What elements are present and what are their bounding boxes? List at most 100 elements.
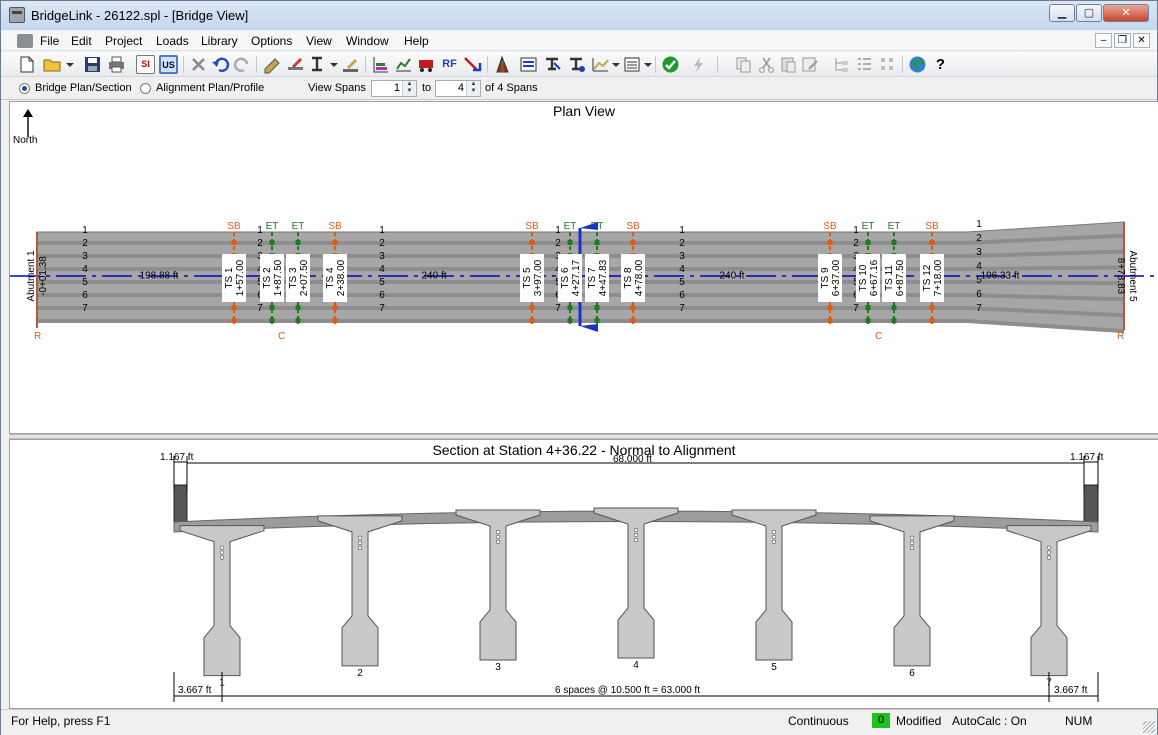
menu-window[interactable]: Window xyxy=(346,34,389,48)
open-folder-icon[interactable] xyxy=(43,55,62,74)
span-to-spinner[interactable]: 4 ▲ ▼ xyxy=(435,80,481,97)
bridgelink-app-icon[interactable] xyxy=(9,7,25,23)
help-icon[interactable]: ? xyxy=(931,55,950,74)
menu-edit[interactable]: Edit xyxy=(71,34,92,48)
section-drawing: 1234567 1.167 ft 68.000 ft 1.167 ft 3.66… xyxy=(160,452,1104,702)
girder-number-label: 7 xyxy=(257,303,263,314)
section-girder-number: 5 xyxy=(771,662,777,673)
save-icon[interactable] xyxy=(83,55,102,74)
spinner-arrows-icon[interactable]: ▲ ▼ xyxy=(466,81,480,96)
menu-view[interactable]: View xyxy=(306,34,332,48)
edit-girder-icon[interactable] xyxy=(309,55,328,74)
edit-properties-icon[interactable] xyxy=(801,55,820,74)
cut-icon[interactable] xyxy=(757,55,776,74)
strand-marker xyxy=(495,534,501,540)
girder-number-label: 2 xyxy=(379,238,385,249)
span-length-label: 240 ft xyxy=(719,271,744,282)
report-list-icon[interactable] xyxy=(623,55,642,74)
close-button[interactable]: ✕ xyxy=(1103,4,1149,22)
radio-bridge-plan-section-label[interactable]: Bridge Plan/Section xyxy=(35,82,132,94)
chevron-down-icon[interactable] xyxy=(611,55,621,74)
si-units-button[interactable]: SI xyxy=(136,55,155,74)
strongback-label: SB xyxy=(925,221,939,232)
girder-number-label: 4 xyxy=(379,264,385,275)
status-help: For Help, press F1 xyxy=(11,714,111,728)
menu-help[interactable]: Help xyxy=(404,34,429,48)
girder-number-label: 5 xyxy=(679,277,685,288)
undo-icon[interactable] xyxy=(211,55,230,74)
span-from-value[interactable]: 1 xyxy=(394,82,400,94)
support-bearing xyxy=(231,305,237,310)
globe-icon[interactable] xyxy=(908,55,927,74)
strongback-label: SB xyxy=(823,221,837,232)
strand-marker xyxy=(1046,550,1052,555)
girder-number-label: 5 xyxy=(82,277,88,288)
support-bearing xyxy=(231,318,237,323)
edit-span-icon[interactable] xyxy=(286,55,305,74)
list-view-icon[interactable] xyxy=(855,55,874,74)
menu-loads[interactable]: Loads xyxy=(156,34,189,48)
girder-number-label: 1 xyxy=(257,225,263,236)
tree-view-icon[interactable] xyxy=(832,55,851,74)
document-window-icon[interactable] xyxy=(17,34,33,48)
title-bar[interactable]: BridgeLink - 26122.spl - [Bridge View] ▁… xyxy=(1,1,1157,30)
radio-bridge-plan-section[interactable] xyxy=(19,83,30,94)
girder-number-label: 7 xyxy=(555,303,561,314)
stability-icon[interactable] xyxy=(493,55,512,74)
minimize-button[interactable]: ▁ xyxy=(1049,4,1075,22)
strand-marker xyxy=(357,535,363,540)
spinner-arrows-icon[interactable]: ▲ ▼ xyxy=(402,81,416,96)
delete-icon[interactable] xyxy=(189,55,208,74)
copy-icon[interactable] xyxy=(734,55,753,74)
section-view-pane[interactable]: Section at Station 4+36.22 - Normal to A… xyxy=(9,439,1158,709)
support-bearing xyxy=(295,240,301,245)
rating-factor-button[interactable]: RF xyxy=(440,55,459,74)
of-spans-label: of 4 Spans xyxy=(485,82,538,94)
span-from-spinner[interactable]: 1 ▲ ▼ xyxy=(371,80,417,97)
girder-number-label: 2 xyxy=(257,238,263,249)
print-icon[interactable] xyxy=(107,55,126,74)
radio-alignment-plan-profile-label[interactable]: Alignment Plan/Profile xyxy=(156,82,264,94)
support-bearing xyxy=(295,305,301,310)
temporary-support-name: TS 2 xyxy=(262,267,273,289)
menu-options[interactable]: Options xyxy=(251,34,292,48)
menu-library[interactable]: Library xyxy=(201,34,238,48)
plan-view-pane[interactable]: Plan View North SBETETSBSBETETSBSBETETSB… xyxy=(9,101,1158,434)
check-icon[interactable] xyxy=(661,55,680,74)
resize-grip-icon[interactable] xyxy=(1143,721,1155,733)
temporary-support-station: 3+97.00 xyxy=(533,259,544,296)
support-bearing xyxy=(269,305,275,310)
radio-alignment-plan-profile[interactable] xyxy=(140,83,151,94)
chart-icon[interactable] xyxy=(591,55,610,74)
maximize-button[interactable]: ▢ xyxy=(1076,4,1102,22)
mdi-minimize-button[interactable]: – xyxy=(1095,33,1112,48)
girder-graph-icon[interactable] xyxy=(394,55,413,74)
strongback-label: SB xyxy=(227,221,241,232)
left-barrier-dimension: 1.167 ft xyxy=(160,452,194,463)
us-units-button[interactable]: US xyxy=(159,55,178,74)
support-bearing xyxy=(865,240,871,245)
chevron-down-icon[interactable] xyxy=(65,55,75,74)
girder-number-label: 3 xyxy=(679,251,685,262)
grid-view-icon[interactable] xyxy=(878,55,897,74)
camber-icon[interactable] xyxy=(543,55,562,74)
redo-icon[interactable] xyxy=(233,55,252,74)
lightning-icon[interactable] xyxy=(689,55,708,74)
mdi-close-button[interactable]: ✕ xyxy=(1133,33,1150,48)
spec-check-icon[interactable] xyxy=(567,55,586,74)
edit-pier-icon[interactable] xyxy=(341,55,360,74)
status-modified: Modified xyxy=(896,714,942,728)
edit-bridge-icon[interactable] xyxy=(263,55,282,74)
mdi-restore-button[interactable]: ❐ xyxy=(1114,33,1131,48)
analysis-results-icon[interactable] xyxy=(371,55,390,74)
menu-file[interactable]: File xyxy=(40,34,59,48)
chevron-down-icon[interactable] xyxy=(643,55,653,74)
new-document-icon[interactable] xyxy=(17,55,36,74)
paste-icon[interactable] xyxy=(779,55,798,74)
live-load-icon[interactable] xyxy=(417,55,436,74)
report-icon[interactable] xyxy=(463,55,482,74)
girder-designer-icon[interactable] xyxy=(519,55,538,74)
menu-project[interactable]: Project xyxy=(105,34,142,48)
chevron-down-icon[interactable] xyxy=(329,55,339,74)
span-to-value[interactable]: 4 xyxy=(458,82,464,94)
